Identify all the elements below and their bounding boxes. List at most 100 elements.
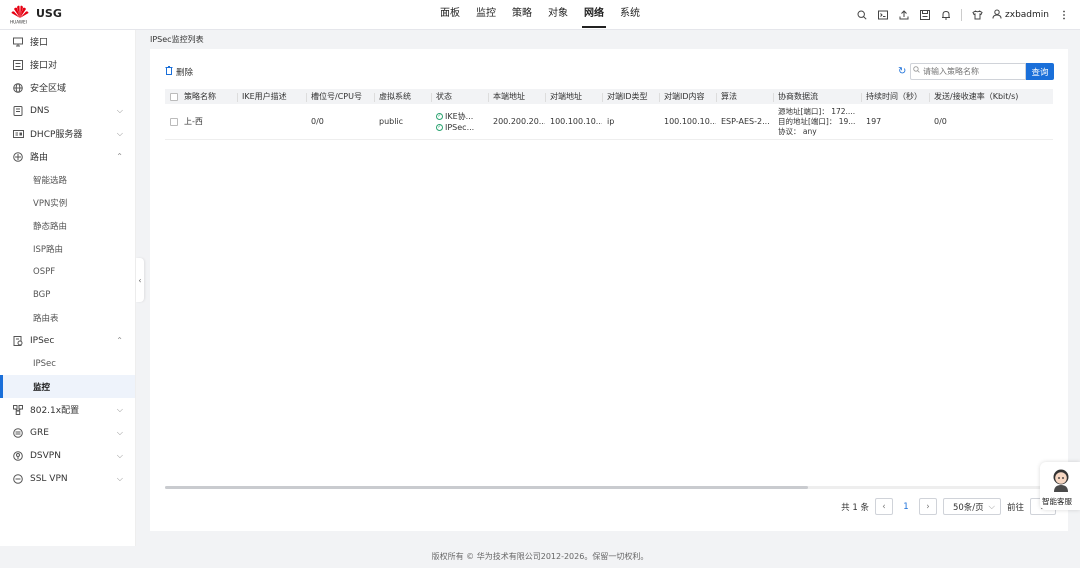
horizontal-scrollbar[interactable]	[165, 486, 1053, 489]
next-page-button[interactable]: ›	[918, 498, 937, 515]
sidebar: 接口 接口对 安全区域 DNS ⌵ DHCP服务器 ⌵ 路由 ⌃ 智能选路 VP…	[0, 30, 136, 546]
monitor-icon	[12, 36, 24, 48]
shirt-icon[interactable]	[971, 9, 983, 21]
col-header-local-addr: 本端地址	[488, 91, 545, 102]
cell-algorithm: ESP-AES-2...	[721, 117, 770, 126]
breadcrumb: IPSec监控列表	[150, 35, 204, 44]
sidebar-item-ssl-vpn[interactable]: SSL VPN ⌵	[0, 467, 135, 490]
smart-service-widget[interactable]: 智能客服	[1040, 462, 1080, 510]
sidebar-item-label: GRE	[30, 427, 49, 438]
sidebar-item-label: DNS	[30, 105, 50, 116]
brand-text: HUAWEI	[10, 20, 27, 25]
network-icon	[12, 404, 24, 416]
sidebar-item-label: IPSec	[30, 335, 55, 346]
nav-policy[interactable]: 策略	[504, 0, 540, 30]
nav-monitor[interactable]: 监控	[468, 0, 504, 30]
select-all-checkbox[interactable]	[170, 92, 178, 101]
sidebar-collapse-handle[interactable]: ‹	[136, 258, 144, 302]
terminal-icon[interactable]	[877, 9, 889, 21]
chevron-right-icon: ›	[926, 501, 930, 512]
col-header-peer-id-type: 对端ID类型	[602, 91, 659, 102]
user-menu[interactable]: zxbadmin	[992, 9, 1049, 22]
ipsec-monitor-table: 策略名称 IKE用户描述 槽位号/CPU号 虚拟系统 状态 本端地址 对端地址 …	[165, 89, 1053, 140]
table-header: 策略名称 IKE用户描述 槽位号/CPU号 虚拟系统 状态 本端地址 对端地址 …	[165, 89, 1053, 104]
app-title: USG	[36, 6, 62, 20]
sidebar-item-route[interactable]: 路由 ⌃	[0, 145, 135, 168]
search-input[interactable]	[910, 63, 1026, 80]
huawei-logo-icon: HUAWEI	[10, 5, 30, 25]
sidebar-item-dhcp[interactable]: DHCP服务器 ⌵	[0, 122, 135, 145]
sidebar-sub-route-table[interactable]: 路由表	[0, 306, 135, 329]
sidebar-item-label: 接口	[30, 38, 49, 48]
nav-system[interactable]: 系统	[612, 0, 648, 30]
ipsec-icon	[12, 335, 24, 347]
nav-network[interactable]: 网络	[576, 0, 612, 30]
sidebar-item-interface-pair[interactable]: 接口对	[0, 53, 135, 76]
col-header-slot: 槽位号/CPU号	[306, 91, 374, 102]
table-row[interactable]: 上-西 0/0 public ✓ IKE协... ✓ IPSec... 200.20…	[165, 104, 1053, 140]
save-icon[interactable]	[919, 9, 931, 21]
assistant-avatar-icon	[1052, 468, 1070, 492]
logo[interactable]: HUAWEI USG	[10, 5, 62, 25]
sidebar-sub-vpn-instance[interactable]: VPN实例	[0, 191, 135, 214]
more-vertical-icon[interactable]	[1058, 9, 1070, 21]
bell-icon[interactable]	[940, 9, 952, 21]
cell-vsys: public	[379, 117, 404, 126]
globe-icon	[12, 82, 24, 94]
cell-peer-addr: 100.100.10...	[550, 117, 602, 126]
chevron-down-icon: ⌵	[116, 427, 123, 437]
sidebar-item-label: 接口对	[30, 61, 58, 71]
scrollbar-thumb[interactable]	[165, 486, 808, 489]
cell-rate: 0/0	[934, 117, 947, 126]
nav-object[interactable]: 对象	[540, 0, 576, 30]
sidebar-sub-ipsec[interactable]: IPSec	[0, 352, 135, 375]
top-header: HUAWEI USG 面板 监控 策略 对象 网络 系统 zxbadmin	[0, 0, 1080, 30]
page-number[interactable]: 1	[899, 502, 913, 512]
search-icon	[913, 66, 920, 75]
dns-icon	[12, 105, 24, 117]
page-size-select[interactable]: 50条/页 ⌵	[942, 498, 1001, 515]
sidebar-sub-static-route[interactable]: 静态路由	[0, 214, 135, 237]
sidebar-item-dns[interactable]: DNS ⌵	[0, 99, 135, 122]
cell-flow: 源地址[端口]： 172.... 目的地址[端口]： 19... 协议： any	[773, 107, 861, 137]
sidebar-item-security-zone[interactable]: 安全区域	[0, 76, 135, 99]
smart-service-label: 智能客服	[1042, 497, 1072, 506]
interface-pair-icon	[12, 59, 24, 71]
col-header-peer-addr: 对端地址	[545, 91, 602, 102]
search-icon[interactable]	[856, 9, 868, 21]
username: zxbadmin	[1005, 10, 1049, 20]
col-header-policy-name[interactable]: 策略名称	[165, 91, 237, 102]
chevron-up-icon: ⌃	[116, 336, 123, 345]
cell-local-addr: 200.200.20...	[493, 117, 545, 126]
nav-dashboard[interactable]: 面板	[432, 0, 468, 30]
sidebar-item-dsvpn[interactable]: DSVPN ⌵	[0, 444, 135, 467]
sidebar-item-interface[interactable]: 接口	[0, 30, 135, 53]
sidebar-item-label: SSL VPN	[30, 473, 68, 484]
chevron-down-icon: ⌵	[116, 450, 123, 460]
sidebar-sub-smart-routing[interactable]: 智能选路	[0, 168, 135, 191]
sidebar-sub-ipsec-monitor[interactable]: 监控	[0, 375, 135, 398]
delete-label: 删除	[176, 68, 194, 78]
sidebar-item-ipsec[interactable]: IPSec ⌃	[0, 329, 135, 352]
refresh-icon[interactable]: ↻	[898, 66, 906, 77]
main-panel: 删除 ↻ 查询 策略名称 IKE用户描述 槽位号/CPU号 虚拟系统 状态 本端…	[150, 49, 1068, 531]
chevron-down-icon: ⌵	[988, 501, 995, 512]
sidebar-item-label: DSVPN	[30, 450, 61, 461]
upload-icon[interactable]	[898, 9, 910, 21]
sidebar-sub-ospf[interactable]: OSPF	[0, 260, 135, 283]
search-button[interactable]: 查询	[1026, 63, 1054, 80]
chevron-left-icon: ‹	[138, 275, 142, 285]
sidebar-item-gre[interactable]: GRE ⌵	[0, 421, 135, 444]
sidebar-sub-isp-route[interactable]: ISP路由	[0, 237, 135, 260]
col-header-peer-id: 对端ID内容	[659, 91, 716, 102]
delete-button[interactable]: 删除	[165, 66, 193, 78]
server-icon	[12, 128, 24, 140]
sidebar-sub-bgp[interactable]: BGP	[0, 283, 135, 306]
row-checkbox[interactable]	[170, 117, 178, 126]
sidebar-item-8021x[interactable]: 802.1x配置 ⌵	[0, 398, 135, 421]
gre-icon	[12, 427, 24, 439]
check-circle-icon: ✓	[436, 123, 443, 131]
cell-peer-id: 100.100.10...	[664, 117, 716, 126]
chevron-down-icon: ⌵	[116, 105, 123, 115]
prev-page-button[interactable]: ‹	[874, 498, 893, 515]
